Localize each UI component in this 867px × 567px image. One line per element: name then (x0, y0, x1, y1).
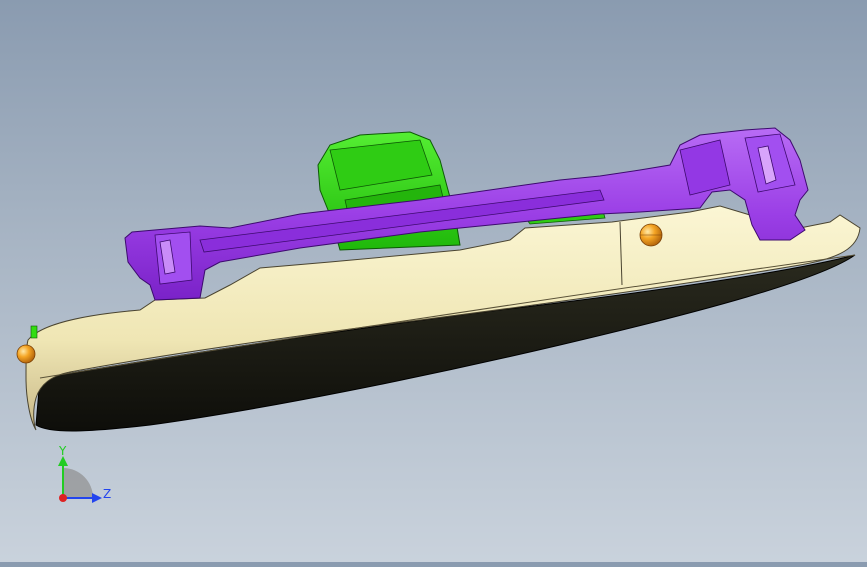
cad-viewport[interactable]: Y Z (0, 0, 867, 562)
triad-quadrant (63, 468, 93, 498)
triad-z-arrow (92, 493, 102, 503)
triad-label-z: Z (103, 487, 111, 501)
model-canvas[interactable]: Y Z (0, 0, 867, 562)
marker-tab (30, 325, 38, 339)
triad-label-y: Y (58, 444, 67, 458)
marker-ball-left[interactable] (16, 344, 36, 364)
axis-triad: Y Z (58, 444, 111, 503)
triad-x-axis (59, 494, 67, 502)
